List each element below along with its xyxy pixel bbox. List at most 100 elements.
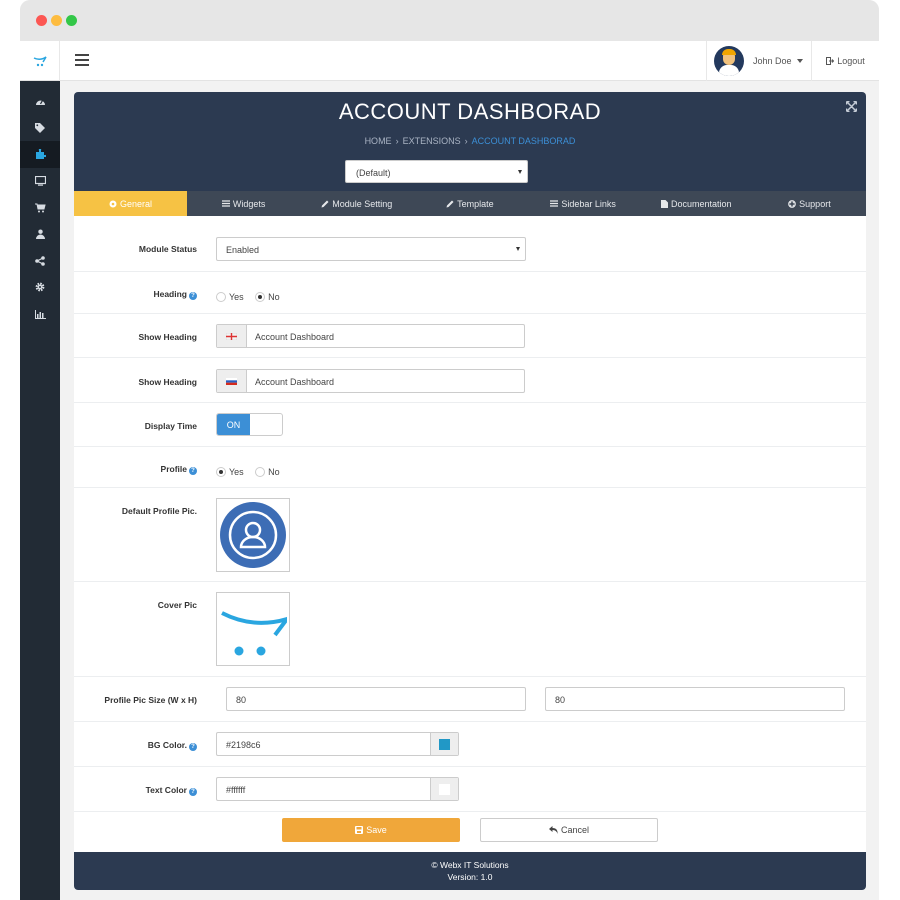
toggle-on-label: ON	[217, 414, 250, 435]
sidebar-item-reports[interactable]	[20, 301, 60, 328]
text-color-value: #ffffff	[226, 785, 246, 795]
gear-icon	[35, 283, 45, 292]
cover-pic-thumb[interactable]	[216, 592, 290, 666]
pencil-icon	[321, 200, 329, 207]
panel-footer: © Webx IT Solutions Version: 1.0	[74, 852, 866, 890]
text-color-swatch[interactable]	[430, 778, 458, 800]
profile-pic-height-input[interactable]: 80	[545, 687, 845, 711]
show-heading-ru-input[interactable]: Account Dashboard	[216, 369, 525, 393]
tab-module-setting[interactable]: Module Setting	[300, 191, 413, 216]
logout-label: Logout	[837, 56, 865, 66]
sidebar-item-system[interactable]	[20, 274, 60, 301]
logout-link[interactable]: Logout	[811, 41, 879, 81]
profile-pic-width-value: 80	[236, 695, 247, 705]
maximize-window-button[interactable]	[66, 15, 77, 26]
list-icon	[221, 200, 230, 207]
show-heading-ru-value: Account Dashboard	[255, 377, 335, 387]
circle-gear-icon	[109, 200, 117, 207]
default-profile-pic-thumb[interactable]	[216, 498, 290, 572]
module-status-value: Enabled	[226, 245, 260, 255]
display-time-label: Display Time	[144, 421, 197, 431]
tab-widgets[interactable]: Widgets	[187, 191, 300, 216]
form-row-default-profile-pic: Default Profile Pic.	[74, 488, 866, 582]
avatar	[714, 46, 744, 76]
pencil-icon	[446, 200, 454, 207]
tab-support[interactable]: Support	[753, 191, 866, 216]
footer-company: © Webx IT Solutions	[431, 860, 509, 870]
save-button[interactable]: Save	[282, 818, 460, 842]
profile-no-radio[interactable]: No	[255, 467, 280, 477]
bg-color-input[interactable]: #2198c6	[216, 732, 459, 756]
user-name: John Doe	[753, 56, 792, 66]
module-status-select[interactable]: Enabled	[216, 237, 526, 261]
breadcrumb-home[interactable]: HOME	[365, 136, 392, 146]
form-row-display-time: Display Time ON	[74, 403, 866, 447]
tab-support-label: Support	[799, 198, 831, 209]
heading-no-label: No	[268, 292, 280, 302]
form-row-module-status: Module Status Enabled	[74, 216, 866, 272]
browser-window: John Doe Logout ACCOUNT DASHBORAD HOME ›…	[20, 0, 879, 900]
sidebar-item-marketing[interactable]	[20, 248, 60, 275]
store-select[interactable]: (Default)	[345, 160, 528, 183]
breadcrumb-current[interactable]: ACCOUNT DASHBORAD	[472, 136, 576, 146]
help-icon[interactable]: ?	[189, 788, 197, 796]
window-titlebar	[20, 0, 879, 41]
show-heading-en-input[interactable]: Account Dashboard	[216, 324, 525, 348]
help-icon[interactable]: ?	[189, 292, 197, 300]
breadcrumb: HOME › EXTENSIONS › ACCOUNT DASHBORAD	[364, 136, 576, 146]
cart-logo-icon	[221, 611, 287, 656]
profile-label: Profile?	[74, 464, 197, 475]
sidebar-item-design[interactable]	[20, 168, 60, 195]
profile-pic-height-value: 80	[555, 695, 566, 705]
close-window-button[interactable]	[36, 15, 47, 26]
form-row-heading: Heading? Yes No	[74, 272, 866, 314]
text-color-input[interactable]: #ffffff	[216, 777, 459, 801]
monitor-icon	[34, 176, 46, 186]
sidebar-item-dashboard[interactable]	[20, 88, 60, 115]
expand-icon[interactable]	[846, 101, 857, 112]
cart-logo[interactable]	[20, 41, 60, 81]
show-heading-en-value: Account Dashboard	[255, 332, 335, 342]
heading-label-text: Heading	[153, 289, 187, 299]
dashboard-icon	[35, 99, 45, 105]
undo-icon	[548, 826, 558, 834]
tab-general-label: General	[119, 198, 153, 209]
bg-color-value: #2198c6	[226, 740, 261, 750]
tab-documentation[interactable]: Documentation	[640, 191, 753, 216]
heading-no-radio[interactable]: No	[255, 292, 280, 302]
sign-out-icon	[826, 57, 835, 65]
menu-toggle-icon[interactable]	[75, 54, 89, 66]
flag-en-icon	[217, 325, 247, 347]
tab-general[interactable]: General	[74, 191, 187, 216]
form-row-cover-pic: Cover Pic	[74, 582, 866, 677]
form-row-bg-color: BG Color.? #2198c6	[74, 722, 866, 767]
tab-sidebar-links[interactable]: Sidebar Links	[527, 191, 640, 216]
module-panel: ACCOUNT DASHBORAD HOME › EXTENSIONS › ACCOUN…	[74, 92, 866, 890]
flag-ru-icon	[217, 370, 247, 392]
bg-color-label-text: BG Color.	[147, 740, 187, 750]
select-caret-icon	[516, 247, 520, 251]
cancel-button[interactable]: Cancel	[480, 818, 658, 842]
heading-label: Heading?	[74, 289, 197, 300]
display-time-toggle[interactable]: ON	[216, 413, 283, 436]
help-icon[interactable]: ?	[189, 743, 197, 751]
breadcrumb-extensions[interactable]: EXTENSIONS	[403, 136, 461, 146]
heading-yes-radio[interactable]: Yes	[216, 292, 244, 302]
profile-yes-radio[interactable]: Yes	[216, 467, 244, 477]
show-heading-ru-label: Show Heading	[138, 377, 197, 387]
tab-template[interactable]: Template	[413, 191, 526, 216]
help-icon[interactable]: ?	[189, 467, 197, 475]
profile-yes-label: Yes	[229, 467, 244, 477]
tab-template-label: Template	[457, 198, 494, 209]
form-row-profile: Profile? Yes No	[74, 447, 866, 488]
user-menu[interactable]: John Doe	[706, 41, 811, 81]
sidebar-item-sales[interactable]	[20, 194, 60, 221]
bg-color-swatch[interactable]	[430, 733, 458, 755]
page-title: ACCOUNT DASHBORAD	[338, 99, 602, 124]
minimize-window-button[interactable]	[51, 15, 62, 26]
profile-pic-width-input[interactable]: 80	[226, 687, 526, 711]
form-row-text-color: Text Color? #ffffff	[74, 767, 866, 812]
sidebar-item-customers[interactable]	[20, 221, 60, 248]
sidebar-item-extensions[interactable]	[20, 141, 60, 168]
sidebar-item-catalog[interactable]	[20, 115, 60, 142]
